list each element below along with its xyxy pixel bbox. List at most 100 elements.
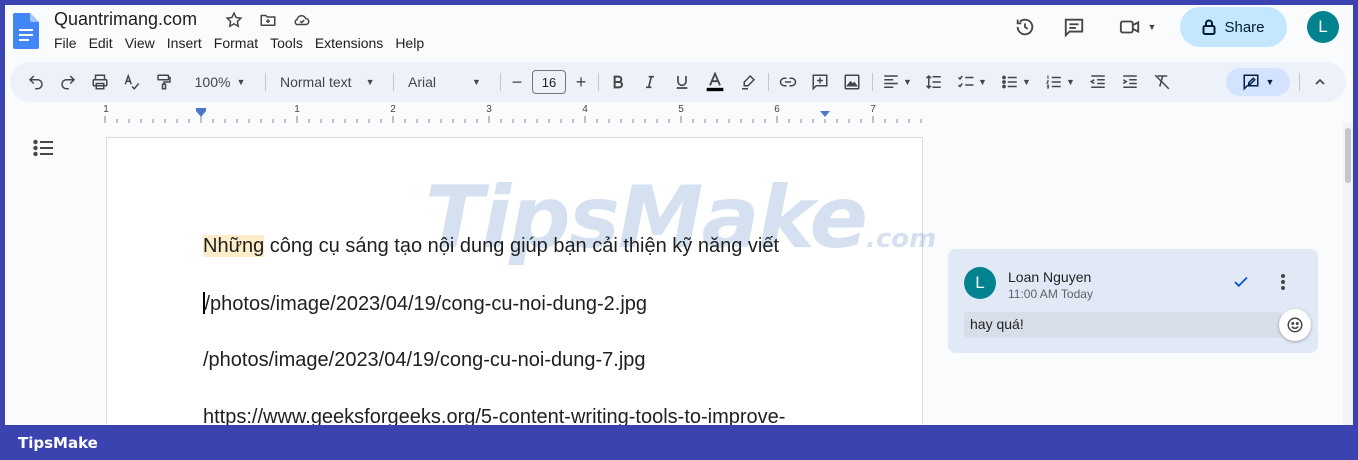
ruler-ticks bbox=[104, 108, 922, 123]
ruler-number: 5 bbox=[678, 104, 684, 115]
doc-line-4[interactable]: https://www.geeksforgeeks.org/5-content-… bbox=[203, 406, 785, 425]
doc-line-title[interactable]: Những công cụ sáng tạo nội dung giúp bạn… bbox=[203, 235, 779, 258]
history-icon[interactable] bbox=[1011, 13, 1039, 41]
image-icon[interactable] bbox=[840, 62, 864, 102]
video-icon[interactable]: ▼ bbox=[1115, 13, 1159, 41]
highlight-icon[interactable] bbox=[736, 62, 760, 102]
menu-edit[interactable]: Edit bbox=[83, 35, 119, 51]
more-vert-icon[interactable] bbox=[1272, 271, 1294, 293]
cloud-icon[interactable] bbox=[291, 9, 313, 31]
indent-increase-icon[interactable] bbox=[1118, 62, 1142, 102]
check-icon[interactable] bbox=[1230, 271, 1252, 293]
lock-icon bbox=[1202, 19, 1216, 35]
style-value: Normal text bbox=[280, 74, 352, 90]
account-avatar[interactable]: L bbox=[1307, 11, 1339, 43]
ruler-number: 1 bbox=[294, 104, 300, 115]
zoom-select[interactable]: 100% ▼ bbox=[188, 62, 252, 102]
document-page[interactable]: TipsMake.com Những công cụ sáng tạo nội … bbox=[106, 137, 936, 425]
brand-label: TipsMake bbox=[18, 434, 98, 452]
menu-help[interactable]: Help bbox=[389, 35, 430, 51]
divider bbox=[1299, 73, 1300, 91]
chevron-up-icon[interactable] bbox=[1308, 62, 1332, 102]
bold-icon[interactable] bbox=[606, 62, 630, 102]
align-icon[interactable]: ▼ bbox=[878, 62, 916, 102]
share-button[interactable]: Share bbox=[1180, 7, 1287, 47]
paint-format-icon[interactable] bbox=[152, 62, 176, 102]
editing-mode-button[interactable]: ▼ bbox=[1226, 68, 1290, 96]
comment-card[interactable]: L Loan Nguyen 11:00 AM Today hay quá! bbox=[948, 249, 1318, 353]
ruler-number: 4 bbox=[582, 104, 588, 115]
text-color-icon[interactable] bbox=[702, 62, 728, 102]
left-indent-marker bbox=[196, 111, 206, 117]
highlighted-word[interactable]: Những bbox=[203, 235, 265, 257]
doc-line-3[interactable]: /photos/image/2023/04/19/cong-cu-noi-dun… bbox=[203, 349, 646, 372]
comment-text[interactable]: hay quá! bbox=[964, 312, 1282, 338]
menu-extensions[interactable]: Extensions bbox=[309, 35, 389, 51]
ruler-number: 1 bbox=[103, 104, 109, 115]
right-indent-marker bbox=[820, 111, 830, 117]
ruler-number: 7 bbox=[870, 104, 876, 115]
menu-format[interactable]: Format bbox=[208, 35, 264, 51]
doc-line-text: công cụ sáng tạo nội dung giúp bạn cải t… bbox=[264, 235, 780, 257]
doc-line-text: /photos/image/2023/04/19/cong-cu-noi-dun… bbox=[204, 293, 648, 315]
ruler[interactable]: 1 1 2 3 4 5 6 7 bbox=[101, 104, 923, 124]
editing-mode-icon bbox=[1243, 74, 1259, 91]
divider bbox=[500, 73, 501, 91]
italic-icon[interactable] bbox=[638, 62, 662, 102]
docs-icon[interactable] bbox=[13, 13, 39, 49]
scroll-thumb[interactable] bbox=[1345, 128, 1351, 183]
docs-window: Quantrimang.com File Edit View Insert Fo… bbox=[5, 5, 1353, 425]
star-icon[interactable] bbox=[223, 9, 245, 31]
divider bbox=[393, 73, 394, 91]
divider bbox=[265, 73, 266, 91]
divider bbox=[872, 73, 873, 91]
menu-bar: File Edit View Insert Format Tools Exten… bbox=[54, 35, 430, 51]
comment-avatar: L bbox=[964, 267, 996, 299]
bullet-list-icon[interactable]: ▼ bbox=[996, 62, 1036, 102]
menu-view[interactable]: View bbox=[119, 35, 161, 51]
font-size-input[interactable]: 16 bbox=[532, 70, 566, 94]
divider bbox=[598, 73, 599, 91]
ruler-number: 3 bbox=[486, 104, 492, 115]
first-line-indent-marker bbox=[196, 108, 206, 111]
comment-time: 11:00 AM Today bbox=[1008, 287, 1093, 301]
chevron-down-icon: ▼ bbox=[236, 77, 246, 87]
checklist-icon[interactable]: ▼ bbox=[952, 62, 992, 102]
folder-icon[interactable] bbox=[257, 9, 279, 31]
ruler-number: 2 bbox=[390, 104, 396, 115]
spellcheck-icon[interactable] bbox=[120, 62, 144, 102]
chevron-down-icon: ▼ bbox=[472, 77, 481, 87]
line-spacing-icon[interactable] bbox=[922, 62, 946, 102]
chevron-down-icon: ▼ bbox=[1265, 77, 1275, 87]
indent-decrease-icon[interactable] bbox=[1086, 62, 1110, 102]
doc-line-2[interactable]: /photos/image/2023/04/19/cong-cu-noi-dun… bbox=[203, 292, 647, 316]
link-icon[interactable] bbox=[776, 62, 800, 102]
numbered-list-icon[interactable]: ▼ bbox=[1040, 62, 1080, 102]
comment-icon[interactable] bbox=[1060, 13, 1088, 41]
divider bbox=[768, 73, 769, 91]
undo-icon[interactable] bbox=[24, 62, 48, 102]
font-size-decrease-button[interactable]: − bbox=[506, 62, 528, 102]
chevron-down-icon: ▼ bbox=[365, 77, 375, 87]
underline-icon[interactable] bbox=[670, 62, 694, 102]
font-value: Arial bbox=[408, 74, 437, 90]
toolbar: 100% ▼ Normal text ▼ Arial ▼ − 16 + ▼ ▼ … bbox=[10, 62, 1346, 102]
menu-tools[interactable]: Tools bbox=[264, 35, 309, 51]
zoom-value: 100% bbox=[194, 74, 231, 90]
comment-author: Loan Nguyen bbox=[1008, 269, 1092, 285]
font-size-increase-button[interactable]: + bbox=[570, 62, 592, 102]
menu-file[interactable]: File bbox=[54, 35, 83, 51]
font-select[interactable]: Arial ▼ bbox=[404, 62, 494, 102]
scrollbar[interactable] bbox=[1343, 123, 1353, 425]
ruler-number: 6 bbox=[774, 104, 780, 115]
document-title[interactable]: Quantrimang.com bbox=[54, 9, 197, 30]
clear-format-icon[interactable] bbox=[1150, 62, 1174, 102]
menu-insert[interactable]: Insert bbox=[161, 35, 208, 51]
outline-icon[interactable] bbox=[33, 138, 55, 158]
emoji-icon[interactable] bbox=[1279, 309, 1311, 341]
redo-icon[interactable] bbox=[56, 62, 80, 102]
print-icon[interactable] bbox=[88, 62, 112, 102]
style-select[interactable]: Normal text ▼ bbox=[276, 62, 380, 102]
add-comment-icon[interactable] bbox=[808, 62, 832, 102]
share-label: Share bbox=[1224, 18, 1265, 36]
